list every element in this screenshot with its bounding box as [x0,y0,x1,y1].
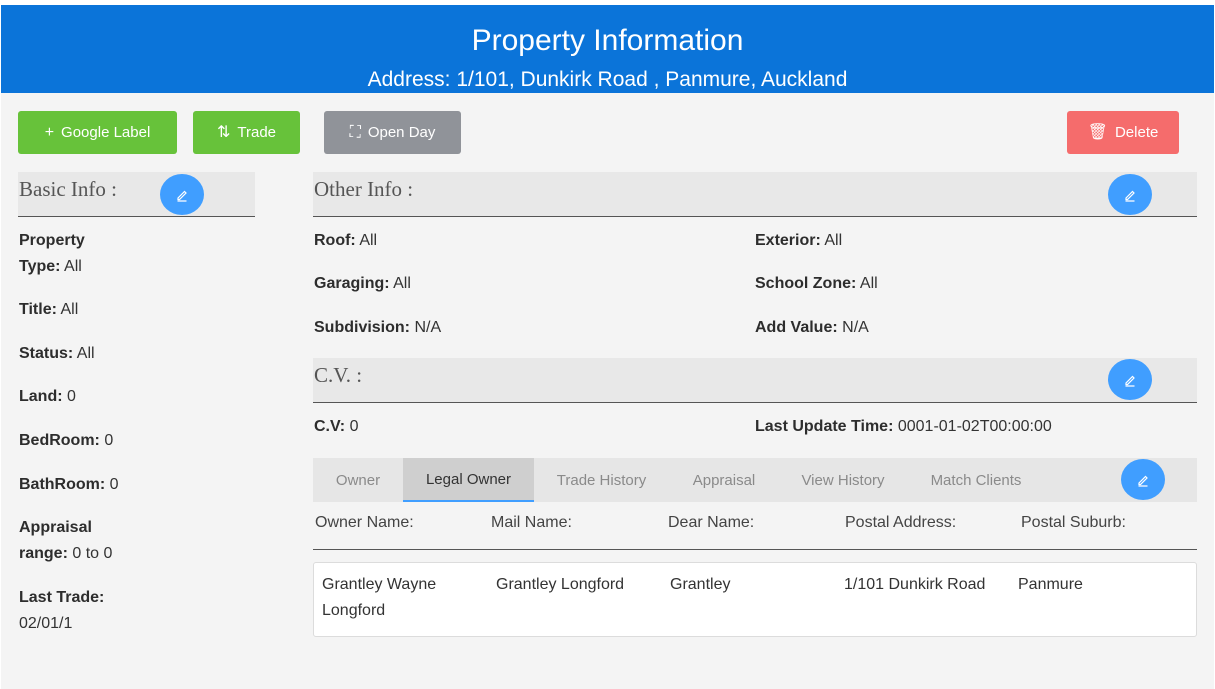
edit-pencil-icon [1138,475,1148,487]
exterior-field: Exterior: All [755,232,843,249]
dear-name-cell: Grantley [670,576,731,593]
table-header-divider [313,549,1197,550]
delete-button[interactable]: 🗑 Delete [1067,111,1179,154]
sort-arrows-icon: ⇅ [216,123,231,141]
postal-suburb-cell: Panmure [1018,576,1083,593]
last-update-field: Last Update Time: 0001-01-02T00:00:00 [755,418,1052,435]
google-label-button-label: Google Label [61,124,151,141]
tab-owner[interactable]: Owner [313,458,403,502]
tab-legal-owner[interactable]: Legal Owner [403,458,534,502]
edit-pencil-icon [177,190,187,202]
last-trade-field: Last Trade: 02/01/1 [19,589,105,632]
status-field: Status: All [19,345,95,362]
land-field: Land: 0 [19,388,76,405]
google-label-button[interactable]: + Google Label [18,111,177,154]
page-title: Property Information [471,24,744,57]
open-day-button-label: Open Day [367,124,436,141]
bathroom-field: BathRoom: 0 [19,476,119,493]
tab-view-history[interactable]: View History [779,458,907,502]
school-zone-field: School Zone: All [755,275,878,292]
trade-button[interactable]: ⇅ Trade [193,111,300,154]
bedroom-field: BedRoom: 0 [19,432,114,449]
roof-field: Roof: All [314,232,378,249]
column-header-owner-name: Owner Name: [315,514,414,531]
postal-address-cell: 1/101 Dunkirk Road [844,576,986,593]
property-type-field: Property Type: All [19,232,85,275]
column-header-mail-name: Mail Name: [491,514,572,531]
trade-button-label: Trade [237,124,277,141]
open-day-button[interactable]: ⛶ Open Day [324,111,461,154]
mail-name-cell: Grantley Longford [496,576,625,593]
fullscreen-icon: ⛶ [349,123,361,141]
owner-name-cell: Grantley Wayne Longford [322,576,437,619]
title-field: Title: All [19,301,79,318]
edit-other-info-button[interactable] [1108,174,1152,215]
subdivision-field: Subdivision: N/A [314,319,442,336]
tab-trade-history[interactable]: Trade History [534,458,669,502]
cv-title: C.V. : [314,363,363,387]
cv-field: C.V: 0 [314,418,359,435]
column-header-postal-address: Postal Address: [845,514,957,531]
owner-tabs: Owner Legal Owner Trade History Appraisa… [313,458,1197,502]
delete-button-label: Delete [1114,124,1159,141]
tab-match-clients[interactable]: Match Clients [907,458,1045,502]
other-info-title: Other Info : [314,177,414,201]
edit-cv-button[interactable] [1108,359,1152,400]
basic-info-title: Basic Info : [19,177,117,201]
edit-basic-info-button[interactable] [160,174,204,215]
property-address: Address: 1/101, Dunkirk Road , Panmure, … [367,68,848,91]
edit-pencil-icon [1125,375,1135,387]
trash-icon: 🗑 [1087,123,1108,141]
page-header: Property Information Address: 1/101, Dun… [1,5,1214,93]
column-header-dear-name: Dear Name: [668,514,755,531]
add-value-field: Add Value: N/A [755,319,869,336]
plus-icon: + [44,123,55,141]
appraisal-range-field: Appraisal range: 0 to 0 [19,519,113,562]
cv-header: C.V. : [313,358,1197,403]
other-info-header: Other Info : [313,172,1197,217]
basic-info-header: Basic Info : [18,172,255,217]
table-row: Grantley Wayne Longford Grantley Longfor… [313,562,1197,637]
column-header-postal-suburb: Postal Suburb: [1021,514,1126,531]
main-content: + Google Label ⇅ Trade ⛶ Open Day 🗑 Dele… [1,93,1214,689]
edit-pencil-icon [1125,190,1135,202]
edit-owner-button[interactable] [1121,459,1165,500]
tab-appraisal[interactable]: Appraisal [669,458,779,502]
garaging-field: Garaging: All [314,275,411,292]
